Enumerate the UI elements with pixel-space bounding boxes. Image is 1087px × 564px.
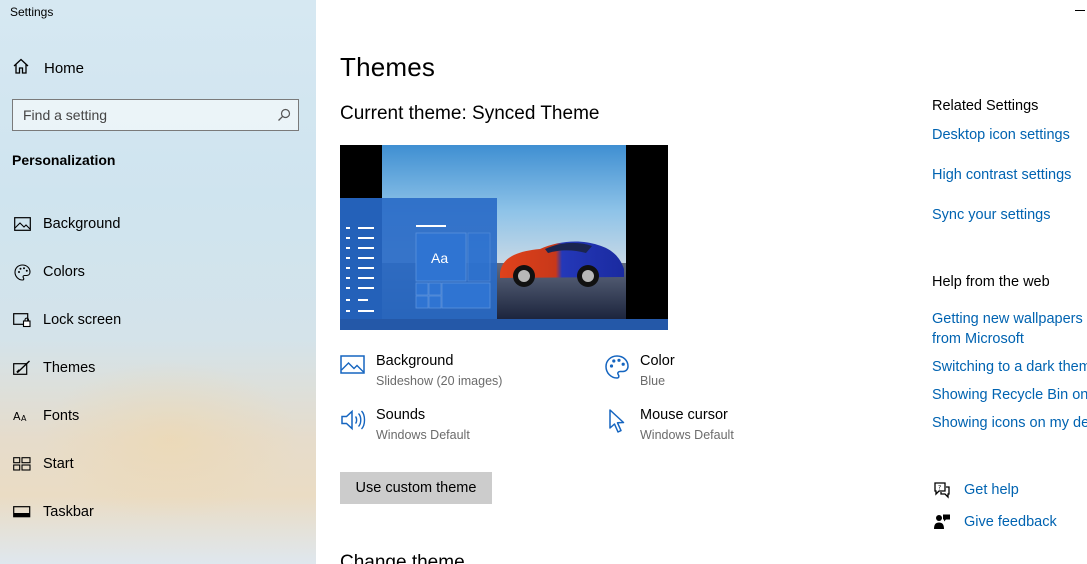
theme-sounds-setting[interactable]: Sounds Windows Default — [340, 406, 470, 444]
get-help-label: Get help — [964, 482, 1019, 498]
theme-cursor-label: Mouse cursor — [640, 407, 728, 423]
theme-cursor-value: Windows Default — [640, 428, 734, 442]
get-help-link[interactable]: ? Get help — [932, 481, 1019, 499]
current-theme-label: Current theme: — [340, 103, 467, 124]
lock-screen-icon — [12, 310, 32, 330]
search-box[interactable] — [12, 99, 299, 131]
minimize-button[interactable] — [1075, 10, 1085, 11]
theme-color-label: Color — [640, 353, 675, 369]
sidebar-item-background[interactable]: Background — [0, 200, 316, 248]
wallpapers-link-line2: from Microsoft — [932, 331, 1024, 347]
give-feedback-link[interactable]: Give feedback — [932, 513, 1057, 531]
sidebar-item-label: Fonts — [43, 408, 80, 424]
sidebar-item-lock-screen[interactable]: Lock screen — [0, 296, 316, 344]
section-title: Personalization — [12, 152, 116, 168]
themes-icon — [12, 358, 32, 378]
nav-home-label: Home — [44, 59, 85, 77]
theme-background-value: Slideshow (20 images) — [376, 374, 503, 388]
give-feedback-label: Give feedback — [964, 514, 1057, 530]
palette-icon — [12, 262, 32, 282]
palette-icon — [604, 354, 630, 380]
desktop-icons-link[interactable]: Showing icons on my desktop — [932, 413, 1087, 433]
search-input[interactable] — [13, 100, 270, 130]
theme-color-value: Blue — [640, 374, 666, 388]
current-theme-name: Synced Theme — [472, 103, 600, 124]
sidebar: Settings Home Personalization Background… — [0, 0, 316, 564]
dark-theme-link[interactable]: Switching to a dark theme — [932, 357, 1087, 377]
image-icon — [12, 214, 32, 234]
sidebar-item-label: Background — [43, 216, 121, 232]
sidebar-item-label: Themes — [43, 360, 96, 376]
theme-sounds-value: Windows Default — [376, 428, 470, 442]
fonts-icon: AA — [12, 406, 32, 426]
window-title: Settings — [10, 5, 54, 19]
nav-home[interactable]: Home — [12, 58, 84, 78]
home-icon — [12, 57, 32, 79]
theme-sounds-label: Sounds — [376, 407, 426, 423]
theme-background-setting[interactable]: Background Slideshow (20 images) — [340, 352, 502, 390]
speaker-icon — [340, 408, 366, 434]
current-theme-heading: Current theme: Synced Theme — [340, 103, 599, 125]
theme-cursor-setting[interactable]: Mouse cursor Windows Default — [604, 406, 734, 444]
sidebar-item-fonts[interactable]: AA Fonts — [0, 392, 316, 440]
high-contrast-settings-link[interactable]: High contrast settings — [932, 165, 1071, 185]
help-web-title: Help from the web — [932, 274, 1050, 290]
sidebar-item-themes[interactable]: Themes — [0, 344, 316, 392]
nav-list: Background Colors Lock screen Themes AA … — [0, 200, 316, 536]
theme-color-setting[interactable]: Color Blue — [604, 352, 675, 390]
sidebar-item-colors[interactable]: Colors — [0, 248, 316, 296]
theme-background-label: Background — [376, 353, 454, 369]
sidebar-item-label: Taskbar — [43, 504, 94, 520]
sidebar-item-label: Lock screen — [43, 312, 122, 328]
wallpapers-link[interactable]: Getting new wallpapers from Microsoft — [932, 309, 1083, 349]
related-settings-title: Related Settings — [932, 98, 1039, 114]
recycle-bin-link[interactable]: Showing Recycle Bin on desktop — [932, 385, 1087, 405]
chat-help-icon: ? — [932, 481, 952, 499]
sidebar-item-label: Start — [43, 456, 74, 472]
change-theme-heading: Change theme — [340, 552, 465, 564]
image-icon — [340, 354, 366, 380]
svg-text:?: ? — [938, 485, 941, 492]
wallpapers-link-line1: Getting new wallpapers — [932, 311, 1083, 327]
preview-tile-text: Aa — [431, 250, 449, 266]
svg-text:A: A — [21, 414, 27, 423]
search-icon[interactable] — [270, 108, 298, 122]
theme-preview-image — [340, 145, 668, 330]
desktop-icon-settings-link[interactable]: Desktop icon settings — [932, 125, 1070, 145]
related-panel: Related Settings Desktop icon settings H… — [932, 0, 1087, 564]
use-custom-theme-button[interactable]: Use custom theme — [340, 472, 492, 504]
taskbar-icon — [12, 502, 32, 522]
theme-preview[interactable]: Aa — [340, 145, 668, 330]
cursor-icon — [604, 408, 630, 434]
page-title: Themes — [340, 52, 436, 82]
sidebar-item-start[interactable]: Start — [0, 440, 316, 488]
sidebar-item-taskbar[interactable]: Taskbar — [0, 488, 316, 536]
feedback-icon — [932, 513, 952, 531]
start-icon — [12, 454, 32, 474]
sidebar-item-label: Colors — [43, 264, 85, 280]
sync-settings-link[interactable]: Sync your settings — [932, 205, 1050, 225]
svg-text:A: A — [13, 410, 21, 423]
